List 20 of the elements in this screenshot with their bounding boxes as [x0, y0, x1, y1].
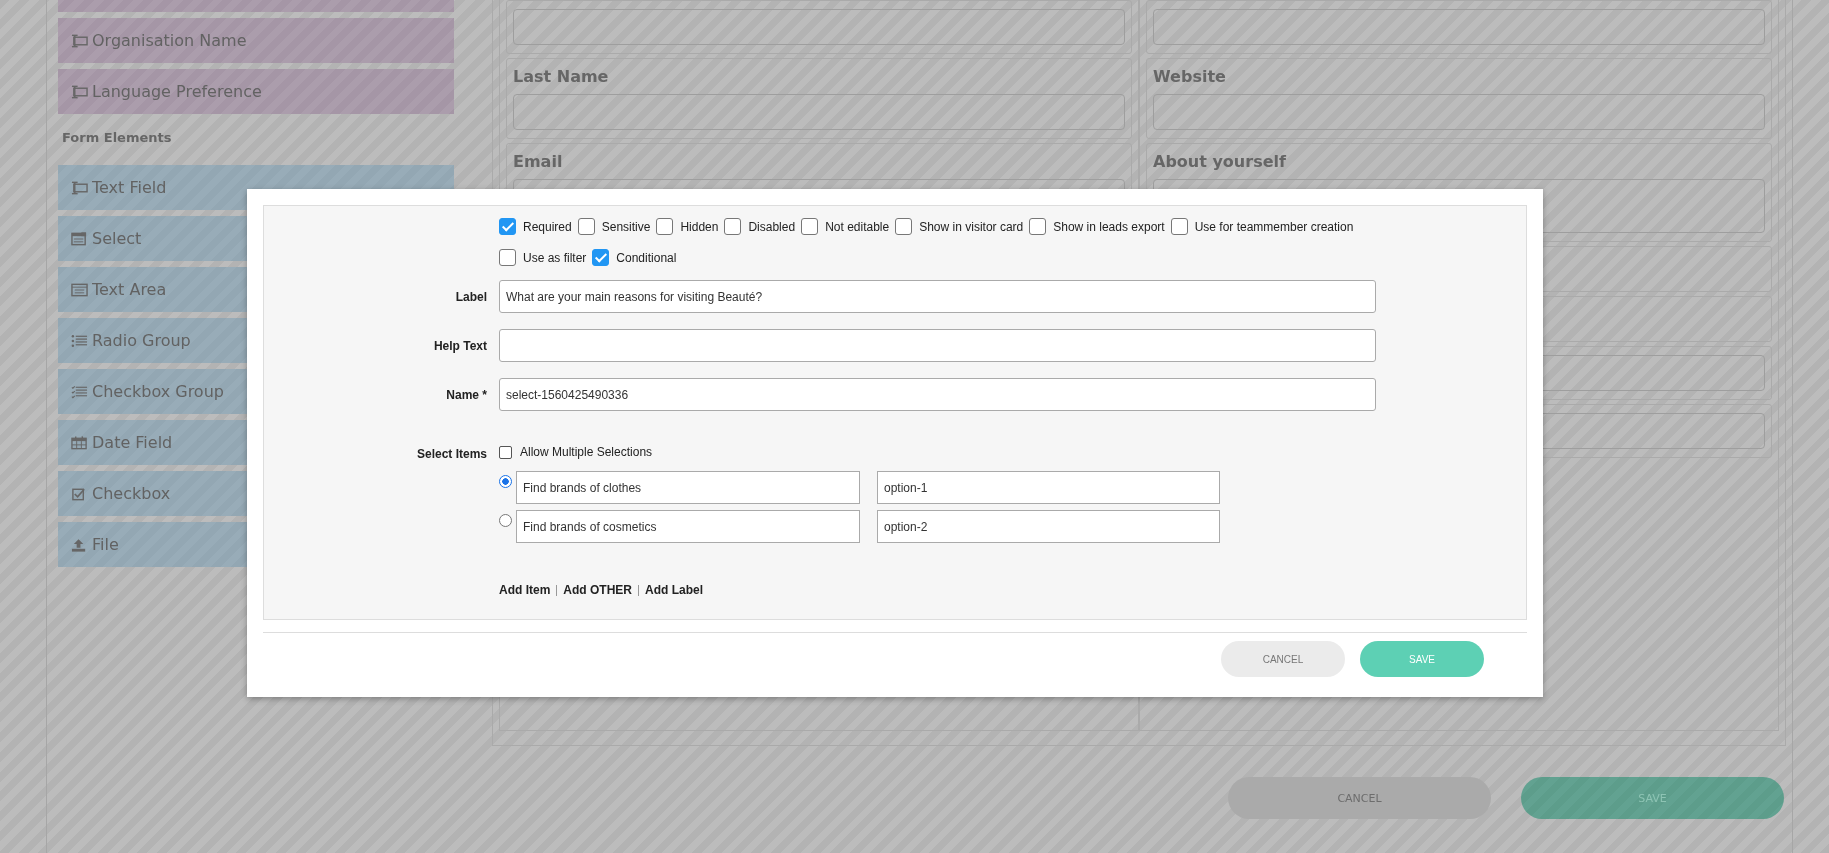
- field-label: Last Name: [513, 67, 610, 86]
- field-label: Help Text: [433, 338, 487, 353]
- checkbox-label: Use for teammember creation: [1194, 219, 1354, 234]
- checkbox-label: Not editable: [825, 219, 890, 234]
- checkbox-label: Allow Multiple Selections: [520, 445, 653, 459]
- field-label: About yourself: [1153, 152, 1287, 171]
- checkbox-label: Sensitive: [601, 219, 651, 234]
- field-label: Website: [1153, 67, 1227, 86]
- checkbox-label: Show in visitor card: [919, 219, 1024, 234]
- field-label: Label: [455, 289, 487, 304]
- checkbox-label: Required: [523, 219, 572, 234]
- checkbox-label: Show in leads export: [1053, 219, 1165, 234]
- checkbox-label: Hidden: [680, 219, 719, 234]
- checkbox-label: Conditional: [616, 250, 677, 265]
- field-label: Select Items: [416, 447, 487, 461]
- checkbox-label: Disabled: [748, 219, 796, 234]
- checkbox-label: Use as filter: [523, 250, 587, 265]
- field-label: Email: [513, 152, 564, 171]
- field-label: Name *: [446, 387, 487, 402]
- section-heading: Form Elements: [61, 129, 173, 147]
